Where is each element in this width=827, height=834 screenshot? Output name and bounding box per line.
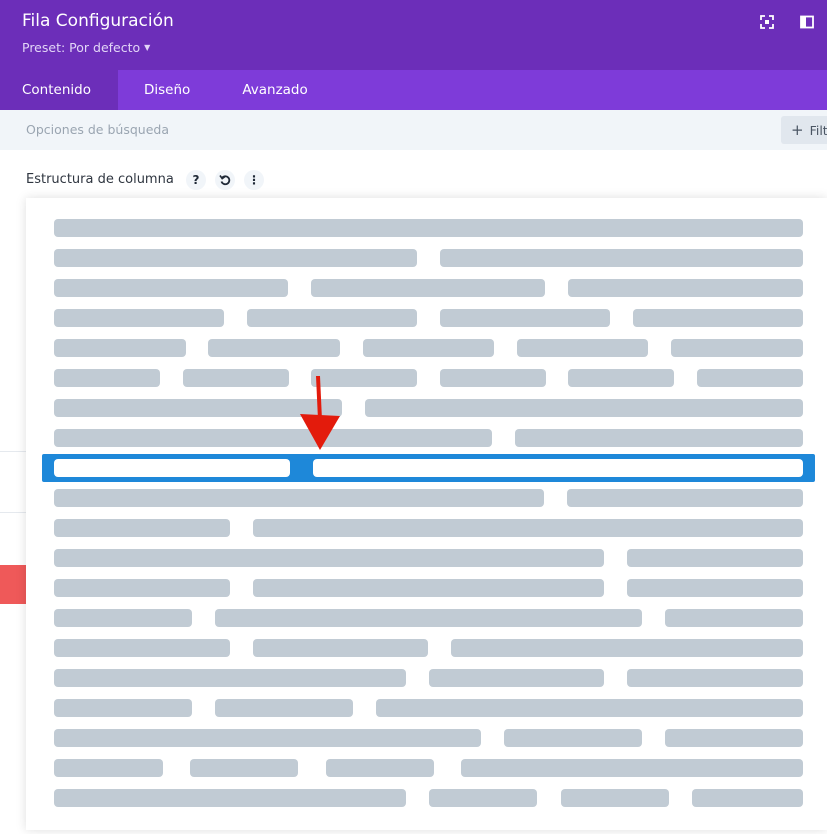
column-segment: [215, 699, 353, 717]
modal-title: Fila Configuración: [22, 11, 174, 31]
expand-icon[interactable]: [759, 14, 775, 30]
sidebar-toggle-icon[interactable]: [799, 14, 815, 30]
column-segment: [54, 639, 230, 657]
column-segment: [671, 339, 803, 357]
undo-arrow-icon: [219, 175, 231, 186]
column-segment: [440, 249, 803, 267]
tab-contenido[interactable]: Contenido: [0, 70, 118, 110]
column-segment: [208, 339, 340, 357]
column-segment: [215, 609, 642, 627]
column-segment: [429, 669, 604, 687]
column-segment: [440, 309, 610, 327]
column-segment: [515, 429, 803, 447]
background-red-button: [0, 565, 26, 604]
column-segment: [665, 609, 803, 627]
column-segment: [692, 789, 803, 807]
background-divider: [0, 451, 26, 452]
column-segment: [567, 489, 803, 507]
tab-avanzado[interactable]: Avanzado: [216, 70, 333, 110]
column-segment: [54, 789, 406, 807]
column-segment: [697, 369, 803, 387]
column-segment: [54, 609, 192, 627]
column-segment: [627, 549, 803, 567]
column-segment: [633, 309, 803, 327]
column-segment: [665, 729, 803, 747]
filter-label: Filt: [809, 122, 827, 138]
modal-header: Fila Configuración Preset: Por defecto ▼: [0, 0, 827, 70]
column-segment: [627, 579, 803, 597]
caret-down-icon: ▼: [144, 43, 151, 52]
tab-bar: Contenido Diseño Avanzado: [0, 70, 827, 110]
column-segment: [54, 429, 492, 447]
column-segment: [429, 789, 537, 807]
column-segment: [54, 549, 604, 567]
column-segment: [54, 669, 406, 687]
more-options-icon[interactable]: ⋮: [244, 170, 264, 190]
tab-diseno[interactable]: Diseño: [118, 70, 216, 110]
column-segment: [54, 759, 163, 777]
arrow-down-icon: [300, 376, 340, 450]
column-segment: [54, 369, 160, 387]
column-structure-label: Estructura de columna: [26, 172, 174, 187]
column-segment: [54, 699, 192, 717]
column-segment: [313, 459, 803, 477]
column-segment: [54, 309, 224, 327]
column-segment: [504, 729, 642, 747]
help-icon[interactable]: ?: [186, 170, 206, 190]
column-segment: [461, 759, 803, 777]
filter-button[interactable]: + Filt: [781, 116, 827, 144]
column-segment: [311, 279, 545, 297]
background-divider: [0, 512, 26, 513]
column-segment: [54, 279, 288, 297]
column-segment: [253, 519, 803, 537]
column-segment: [54, 489, 544, 507]
preset-label: Preset: Por defecto: [22, 40, 141, 55]
column-segment: [190, 759, 298, 777]
column-segment: [253, 639, 428, 657]
preset-dropdown[interactable]: Preset: Por defecto ▼: [22, 40, 150, 55]
column-segment: [451, 639, 803, 657]
column-segment: [627, 669, 803, 687]
column-segment: [561, 789, 669, 807]
column-segment: [54, 729, 481, 747]
column-segment: [326, 759, 434, 777]
column-segment: [253, 579, 604, 597]
column-segment: [376, 699, 803, 717]
column-segment: [54, 519, 230, 537]
column-segment: [517, 339, 648, 357]
column-segment: [247, 309, 417, 327]
column-segment: [54, 219, 803, 237]
reset-icon[interactable]: [215, 170, 235, 190]
column-segment: [54, 579, 230, 597]
column-segment: [54, 459, 290, 477]
column-segment: [440, 369, 546, 387]
column-segment: [54, 339, 186, 357]
column-segment: [568, 369, 674, 387]
column-segment: [568, 279, 803, 297]
column-segment: [54, 249, 417, 267]
column-segment: [183, 369, 289, 387]
column-segment: [363, 339, 494, 357]
search-input[interactable]: Opciones de búsqueda: [26, 122, 169, 137]
search-bar[interactable]: Opciones de búsqueda: [0, 110, 827, 150]
plus-icon: +: [791, 120, 804, 139]
column-segment: [365, 399, 803, 417]
